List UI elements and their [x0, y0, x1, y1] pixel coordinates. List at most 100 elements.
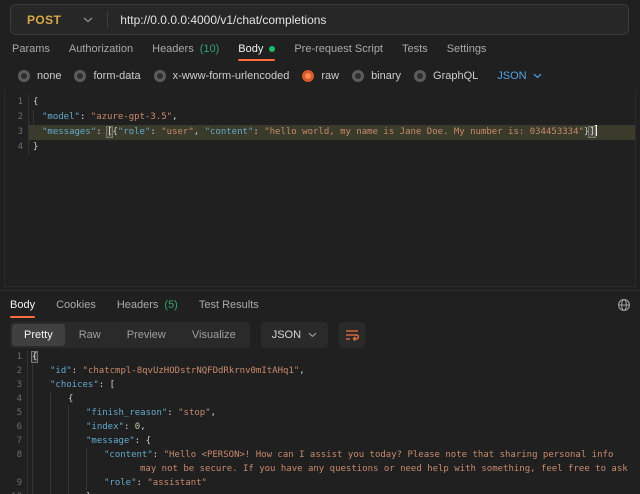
body-mode-none[interactable]: none — [18, 70, 61, 82]
line-content: { — [33, 95, 635, 110]
line-content: "id": "chatcmpl-8qvUzHODstrNQFDdRkrnv0mI… — [32, 364, 640, 378]
code-line: may not be secure. If you have any quest… — [0, 462, 640, 476]
text-cursor — [595, 125, 597, 136]
response-view-switcher: PrettyRawPreviewVisualize — [10, 322, 250, 348]
line-content: "index": 0, — [32, 420, 640, 434]
tab-count: (10) — [200, 43, 220, 55]
line-content: "model": "azure-gpt-3.5", — [33, 110, 635, 125]
tab-count: (5) — [164, 299, 177, 311]
code-line: 6 "index": 0, — [0, 420, 640, 434]
body-mode-raw[interactable]: raw — [302, 70, 339, 82]
code-line: 2"id": "chatcmpl-8qvUzHODstrNQFDdRkrnv0m… — [0, 364, 640, 378]
tab-label: Authorization — [69, 43, 133, 55]
tab-tests[interactable]: Tests — [402, 37, 428, 61]
tab-label: Cookies — [56, 299, 96, 311]
body-mode-graphql[interactable]: GraphQL — [414, 70, 478, 82]
tab-pre-request-script[interactable]: Pre-request Script — [294, 37, 383, 61]
response-body-viewer[interactable]: 1{2"id": "chatcmpl-8qvUzHODstrNQFDdRkrnv… — [0, 346, 640, 494]
url-input[interactable]: http://0.0.0.0:4000/v1/chat/completions — [120, 13, 326, 27]
line-number: 1 — [5, 95, 29, 110]
code-line: 3 "choices": [ — [0, 378, 640, 392]
code-line: 9 "role": "assistant" — [0, 476, 640, 490]
tab-label: Test Results — [199, 299, 259, 311]
tab-label: Headers — [117, 299, 159, 311]
tab-settings[interactable]: Settings — [447, 37, 487, 61]
body-mode-label: none — [37, 70, 61, 82]
view-raw[interactable]: Raw — [67, 324, 113, 346]
code-line: 4} — [5, 140, 635, 155]
view-visualize[interactable]: Visualize — [180, 324, 248, 346]
tab-label: Body — [238, 43, 263, 55]
body-mode-label: GraphQL — [433, 70, 478, 82]
tab-headers[interactable]: Headers (5) — [117, 292, 178, 318]
line-content: "message": { — [32, 434, 640, 448]
wrap-lines-button[interactable] — [339, 322, 365, 348]
view-preview[interactable]: Preview — [115, 324, 178, 346]
request-body-editor[interactable]: 1 {2 "model": "azure-gpt-3.5", 3 "messages":… — [4, 90, 636, 287]
line-number: 2 — [5, 110, 29, 125]
chevron-down-icon — [308, 332, 317, 338]
tab-label: Body — [10, 299, 35, 311]
line-content: "choices": [ — [32, 378, 640, 392]
line-content: { — [32, 392, 640, 406]
radio-icon — [302, 70, 314, 82]
divider — [107, 11, 108, 28]
body-mode-x-www-form-urlencoded[interactable]: x-www-form-urlencoded — [154, 70, 290, 82]
line-content: } — [32, 490, 640, 494]
body-mode-binary[interactable]: binary — [352, 70, 401, 82]
line-content: "finish_reason": "stop", — [32, 406, 640, 420]
body-format-select[interactable]: JSON — [497, 70, 541, 82]
line-number: 7 — [0, 434, 28, 448]
line-content: "messages": [{"role": "user", "content":… — [33, 125, 635, 140]
radio-icon — [352, 70, 364, 82]
line-number: 4 — [0, 392, 28, 406]
tab-body[interactable]: Body — [238, 37, 275, 61]
tab-label: Settings — [447, 43, 487, 55]
method-selector[interactable]: POST — [11, 13, 61, 27]
code-line: 10} — [0, 490, 640, 494]
body-mode-label: x-www-form-urlencoded — [173, 70, 290, 82]
tab-params[interactable]: Params — [12, 37, 50, 61]
line-number: 3 — [0, 378, 28, 392]
code-line: 8"content": "Hello <PERSON>! How can I a… — [0, 448, 640, 462]
tab-cookies[interactable]: Cookies — [56, 292, 96, 318]
tab-authorization[interactable]: Authorization — [69, 37, 133, 61]
body-mode-label: form-data — [93, 70, 140, 82]
body-mode-bar: none form-data x-www-form-urlencoded raw bin… — [0, 64, 542, 88]
response-format-label: JSON — [272, 329, 301, 341]
line-number: 9 — [0, 476, 28, 490]
code-line: 7 "message": { — [0, 434, 640, 448]
code-line: 1{ — [0, 350, 640, 364]
line-number: 3 — [5, 125, 29, 140]
line-number: 1 — [0, 350, 28, 364]
line-number: 10 — [0, 490, 28, 494]
view-pretty[interactable]: Pretty — [12, 324, 65, 346]
response-toolbar: PrettyRawPreviewVisualize JSON — [10, 322, 365, 348]
response-format-select[interactable]: JSON — [261, 322, 328, 348]
tab-test-results[interactable]: Test Results — [199, 292, 259, 318]
tab-body[interactable]: Body — [10, 292, 35, 318]
tab-label: Tests — [402, 43, 428, 55]
line-content: { — [32, 350, 640, 364]
response-tabs: Body Cookies Headers (5) Test Results — [0, 292, 640, 318]
modified-dot — [269, 46, 275, 52]
line-content: may not be secure. If you have any quest… — [32, 462, 640, 476]
body-mode-form-data[interactable]: form-data — [74, 70, 140, 82]
globe-icon[interactable] — [617, 298, 631, 312]
chevron-down-icon[interactable] — [83, 17, 93, 23]
radio-icon — [18, 70, 30, 82]
tab-label: Params — [12, 43, 50, 55]
tab-label: Headers — [152, 43, 194, 55]
tab-label: Pre-request Script — [294, 43, 383, 55]
line-number: 6 — [0, 420, 28, 434]
request-url-bar: POST http://0.0.0.0:4000/v1/chat/complet… — [10, 4, 629, 35]
line-number — [0, 462, 28, 476]
request-tabs: Params Authorization Headers (10) Body Pre-re… — [0, 37, 640, 61]
line-content: } — [33, 140, 635, 155]
line-content: "role": "assistant" — [32, 476, 640, 490]
radio-icon — [414, 70, 426, 82]
tab-headers[interactable]: Headers (10) — [152, 37, 219, 61]
radio-icon — [74, 70, 86, 82]
code-line: 3 "messages": [{"role": "user", "content"… — [5, 125, 635, 140]
line-number: 4 — [5, 140, 29, 155]
